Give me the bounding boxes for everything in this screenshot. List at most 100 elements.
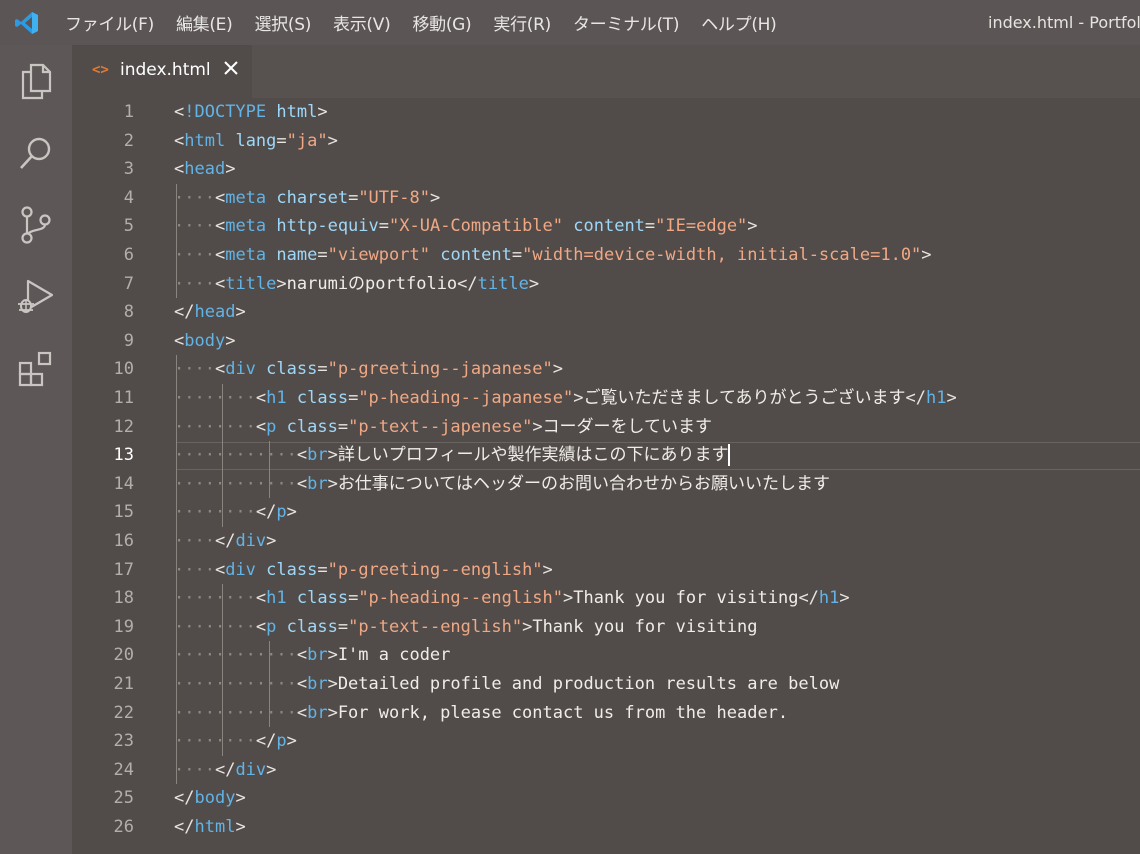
menu-view[interactable]: 表示(V) [322, 10, 401, 35]
code-line[interactable]: 17 ····<div class="p-greeting--english"> [72, 556, 1140, 585]
code-line[interactable]: 7 ····<title>narumiのportfolio</title> [72, 270, 1140, 299]
punctuation: < [296, 445, 308, 466]
code-line[interactable]: 4 ····<meta charset="UTF-8"> [72, 184, 1140, 213]
code-text: <body> [174, 327, 235, 356]
attribute-name: class [286, 616, 338, 637]
tab-index-html[interactable]: <> index.html [72, 45, 252, 98]
code-line[interactable]: 1 <!DOCTYPE html> [72, 98, 1140, 127]
tag-name: h1 [266, 588, 287, 609]
attribute-name: name [276, 245, 318, 265]
punctuation: </ [255, 502, 277, 523]
code-line[interactable]: 18 ········<h1 class="p-heading--english"… [72, 584, 1140, 613]
menu-run[interactable]: 実行(R) [482, 10, 562, 35]
punctuation: > [327, 645, 338, 666]
code-line[interactable]: 23 ········</p> [72, 727, 1140, 756]
line-number: 10 [113, 359, 134, 380]
punctuation: > [946, 388, 957, 408]
menu-terminal[interactable]: ターミナル(T) [562, 10, 690, 35]
attribute-value: "ja" [286, 130, 328, 151]
code-line[interactable]: 2 <html lang="ja"> [72, 127, 1140, 156]
close-icon[interactable] [222, 59, 240, 77]
code-line[interactable]: 9 <body> [72, 327, 1140, 356]
code-line[interactable]: 14 ············<br>お仕事についてはヘッダーのお問い合わせからお… [72, 470, 1140, 499]
tag-name: html [184, 130, 226, 151]
attribute-value: "viewport" [327, 245, 430, 265]
code-text: </head> [174, 298, 246, 327]
menu-edit[interactable]: 編集(E) [165, 10, 244, 35]
code-line[interactable]: 22 ············<br>For work, please conta… [72, 699, 1140, 728]
line-number: 25 [113, 788, 134, 809]
punctuation: = [317, 359, 328, 380]
line-number: 3 [123, 159, 134, 180]
attribute-value: "IE=edge" [655, 216, 748, 237]
search-icon[interactable] [14, 131, 58, 175]
code-line[interactable]: 3 <head> [72, 155, 1140, 184]
punctuation [276, 617, 286, 637]
punctuation: </ [457, 273, 478, 294]
tag-name: !DOCTYPE [184, 102, 267, 122]
code-line[interactable]: 21 ············<br>Detailed profile and p… [72, 670, 1140, 699]
code-line[interactable]: 19 ········<p class="p-text--english">Tha… [72, 613, 1140, 642]
indent-whitespace: ········ [174, 416, 256, 437]
punctuation [266, 216, 276, 236]
menu-selection[interactable]: 選択(S) [243, 10, 322, 35]
punctuation: < [214, 216, 226, 237]
code-line[interactable]: 13 ············<br>詳しいプロフィールや製作実績はこの下にありま… [72, 441, 1140, 470]
text-cursor [728, 444, 731, 467]
attribute-name: class [296, 588, 349, 609]
punctuation: = [644, 216, 656, 237]
code-line[interactable]: 25 </body> [72, 784, 1140, 813]
attribute-name: class [296, 388, 349, 408]
attribute-name: class [266, 359, 318, 380]
code-line[interactable]: 6 ····<meta name="viewport" content="widt… [72, 241, 1140, 270]
punctuation [266, 188, 276, 208]
tag-name: meta [225, 216, 267, 237]
attribute-name: http-equiv [276, 216, 379, 237]
code-editor[interactable]: 1 <!DOCTYPE html> 2 <html lang="ja"> 3 <head>… [72, 98, 1140, 854]
code-line[interactable]: 10 ····<div class="p-greeting--japanese"> [72, 355, 1140, 384]
html-file-icon: <> [92, 62, 109, 78]
menu-go[interactable]: 移動(G) [401, 10, 482, 35]
code-line[interactable]: 8 </head> [72, 298, 1140, 327]
explorer-icon[interactable] [14, 59, 58, 103]
menu-help[interactable]: ヘルプ(H) [690, 10, 787, 35]
vscode-logo-icon[interactable] [0, 0, 54, 45]
indent-whitespace: ···· [174, 216, 215, 237]
code-line[interactable]: 24 ····</div> [72, 756, 1140, 785]
punctuation: > [542, 559, 553, 580]
code-line[interactable]: 5 ····<meta http-equiv="X-UA-Compatible" … [72, 212, 1140, 241]
punctuation: > [747, 216, 758, 237]
tag-name: br [307, 702, 328, 723]
source-control-icon[interactable] [14, 203, 58, 247]
code-text: ····<meta http-equiv="X-UA-Compatible" c… [174, 212, 758, 241]
punctuation: > [266, 759, 277, 780]
attribute-name: class [286, 416, 338, 437]
punctuation [266, 245, 276, 265]
code-line[interactable]: 20 ············<br>I'm a coder [72, 641, 1140, 670]
punctuation: > [839, 588, 850, 609]
code-text: <html lang="ja"> [174, 127, 338, 156]
code-line[interactable]: 15 ········</p> [72, 498, 1140, 527]
code-text: ············<br>Detailed profile and pro… [174, 670, 839, 699]
code-line[interactable]: 12 ········<p class="p-text--japenese">コー… [72, 413, 1140, 442]
run-debug-icon[interactable] [14, 275, 58, 319]
attribute-value: "width=device-width, initial-scale=1.0" [522, 245, 922, 265]
line-number: 24 [113, 759, 134, 780]
punctuation: < [296, 674, 308, 694]
tag-name: body [184, 330, 226, 351]
text-content: I'm a coder [337, 645, 451, 666]
punctuation: > [532, 416, 543, 437]
punctuation [266, 102, 276, 122]
menu-bar: ファイル(F) 編集(E) 選択(S) 表示(V) 移動(G) 実行(R) ター… [54, 10, 787, 35]
indent-whitespace: ···· [174, 273, 215, 294]
code-line[interactable]: 16 ····</div> [72, 527, 1140, 556]
code-text: ············<br>I'm a coder [174, 641, 450, 670]
code-line[interactable]: 11 ········<h1 class="p-heading--japanese… [72, 384, 1140, 413]
attribute-value: "p-heading--english" [358, 588, 564, 609]
punctuation: > [429, 187, 441, 208]
menu-file[interactable]: ファイル(F) [54, 10, 165, 35]
code-text: ········</p> [174, 498, 297, 527]
extensions-icon[interactable] [14, 347, 58, 391]
code-line[interactable]: 26 </html> [72, 813, 1140, 842]
code-text: ····<meta charset="UTF-8"> [174, 184, 440, 213]
